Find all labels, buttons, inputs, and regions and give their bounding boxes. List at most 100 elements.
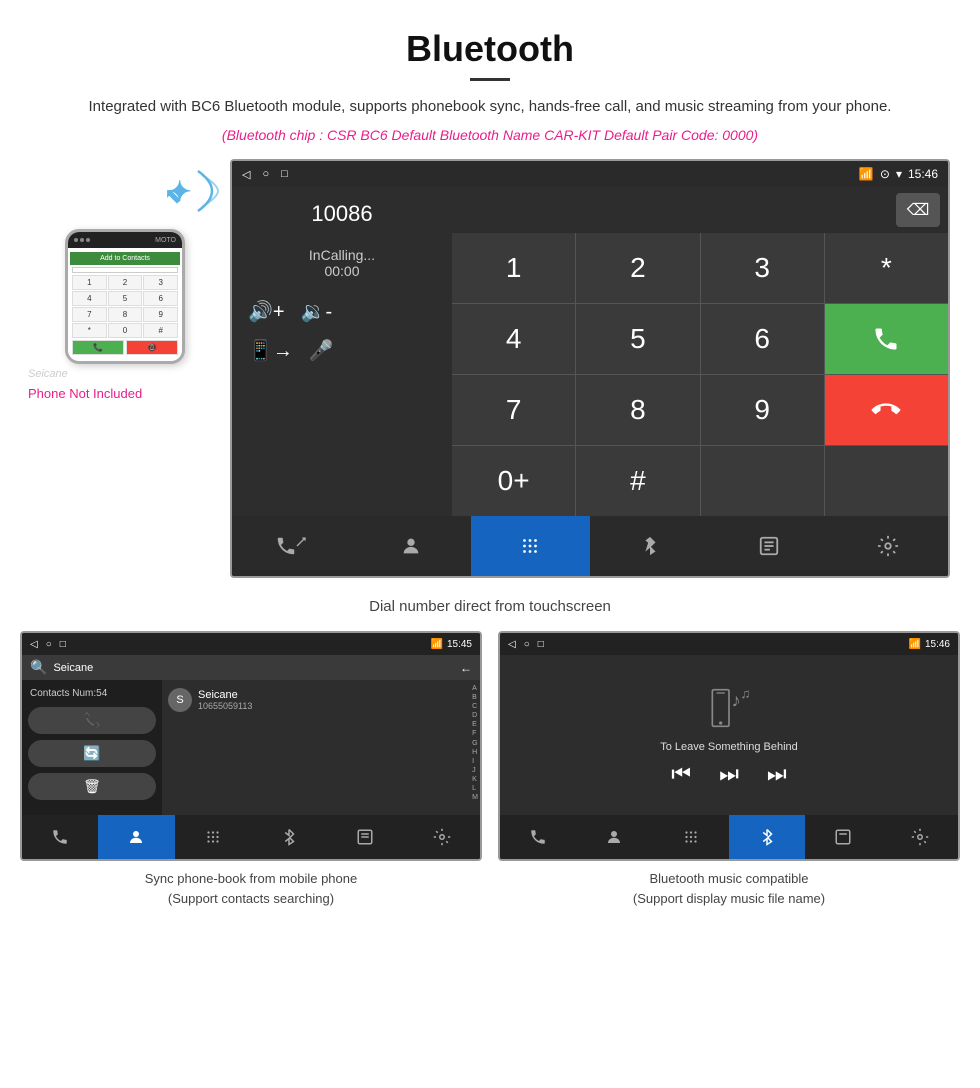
volume-up-icon[interactable]: 🔊+ [248, 299, 285, 324]
phone-mockup-area: ✦ ⬉ MOTO Add to Contacts [20, 159, 230, 578]
contacts-nav-contacts[interactable] [98, 815, 174, 859]
key-3[interactable]: 3 [143, 275, 178, 290]
header-description: Integrated with BC6 Bluetooth module, su… [60, 95, 920, 119]
nav-dialpad[interactable] [471, 516, 590, 576]
contacts-nav-history[interactable] [327, 815, 403, 859]
header-section: Bluetooth Integrated with BC6 Bluetooth … [0, 0, 980, 159]
keypad-star[interactable]: * [825, 233, 948, 303]
key-hash[interactable]: # [143, 323, 178, 338]
home-nav-icon: ○ [262, 168, 269, 180]
music-caption-line1: Bluetooth music compatible [633, 869, 825, 889]
call-button-keypad[interactable] [825, 304, 948, 374]
header-divider [470, 78, 510, 81]
music-controls: ⏮ ⏭ ⏭ [671, 761, 786, 787]
nav-settings[interactable] [829, 516, 948, 576]
nav-bluetooth[interactable] [590, 516, 709, 576]
android-statusbar: ◁ ○ □ 📶 ⊙ ▾ 15:46 [232, 161, 948, 187]
key-6[interactable]: 6 [143, 291, 178, 306]
svg-text:♪: ♪ [732, 689, 741, 710]
device-controls: 📱→ 🎤 [248, 338, 436, 363]
bluetooth-waves-icon: ✦ ⬉ [160, 159, 220, 224]
contacts-nav-bluetooth[interactable] [251, 815, 327, 859]
contacts-nav-settings[interactable] [404, 815, 480, 859]
key-8[interactable]: 8 [108, 307, 143, 322]
sync-contact-btn[interactable]: 🔄 [28, 740, 156, 767]
keypad-hash[interactable]: # [576, 446, 699, 516]
delete-contact-btn[interactable]: 🗑 [28, 773, 156, 800]
key-2[interactable]: 2 [108, 275, 143, 290]
phone-statusbar: MOTO [68, 232, 182, 248]
backspace-button[interactable]: ⌫ [896, 193, 940, 227]
key-0[interactable]: 0 [108, 323, 143, 338]
keypad-empty2 [825, 446, 948, 516]
keypad-8[interactable]: 8 [576, 375, 699, 445]
music-nav-phone[interactable] [500, 815, 576, 859]
statusbar-right: 📶 ⊙ ▾ 15:46 [859, 167, 938, 181]
nav-history[interactable] [709, 516, 828, 576]
end-button[interactable]: 📵 [126, 340, 178, 355]
dialer-incalling: InCalling... [248, 247, 436, 263]
music-song-title: To Leave Something Behind [660, 741, 798, 753]
contacts-navbar [22, 815, 480, 859]
contacts-nav-phone[interactable] [22, 815, 98, 859]
contacts-back-icon: ◁ [30, 639, 38, 650]
contact-item[interactable]: S Seicane 10655059113 [168, 684, 474, 716]
dialer-status-area: InCalling... 00:00 [248, 247, 436, 279]
contact-phone: 10655059113 [198, 701, 252, 711]
dialer-left-panel: 10086 InCalling... 00:00 🔊+ 🔉- 📱→ 🎤 [232, 187, 452, 516]
phone-topbar: Add to Contacts [70, 252, 180, 265]
contacts-statusbar: ◁ ○ □ 📶 15:45 [22, 633, 480, 655]
contacts-count: Contacts Num:54 [28, 686, 156, 701]
contacts-nav-dialpad[interactable] [175, 815, 251, 859]
svg-text:♫: ♫ [741, 686, 751, 701]
key-5[interactable]: 5 [108, 291, 143, 306]
speaker-icon[interactable]: 📱→ [248, 338, 293, 363]
volume-down-icon[interactable]: 🔉- [301, 299, 333, 324]
music-nav-contacts[interactable] [576, 815, 652, 859]
music-nav-history[interactable] [805, 815, 881, 859]
music-nav-dialpad[interactable] [653, 815, 729, 859]
mute-icon[interactable]: 🎤 [309, 338, 334, 363]
main-caption: Dial number direct from touchscreen [0, 588, 980, 631]
call-contact-btn[interactable]: 📞 [28, 707, 156, 734]
dialer-number: 10086 [248, 201, 436, 227]
statusbar-left: ◁ ○ □ [242, 168, 288, 181]
keypad-9[interactable]: 9 [701, 375, 824, 445]
nav-phone[interactable] [232, 516, 351, 576]
contacts-left-panel: Contacts Num:54 📞 🔄 🗑 [22, 680, 162, 815]
call-button[interactable]: 📞 [72, 340, 124, 355]
nav-contacts[interactable] [351, 516, 470, 576]
header-specs: (Bluetooth chip : CSR BC6 Default Blueto… [60, 127, 920, 143]
key-4[interactable]: 4 [72, 291, 107, 306]
seicane-watermark: Seicane [20, 368, 68, 380]
keypad-5[interactable]: 5 [576, 304, 699, 374]
next-track-icon[interactable]: ⏭ [767, 761, 787, 787]
keypad-0plus[interactable]: 0+ [452, 446, 575, 516]
keypad-2[interactable]: 2 [576, 233, 699, 303]
prev-track-icon[interactable]: ⏮ [671, 761, 691, 787]
keypad-1[interactable]: 1 [452, 233, 575, 303]
key-7[interactable]: 7 [72, 307, 107, 322]
next-section-icon[interactable]: ⏭ [719, 761, 739, 787]
keypad-7[interactable]: 7 [452, 375, 575, 445]
contacts-search-bar: 🔍 Seicane ← [22, 655, 480, 680]
music-nav-bluetooth[interactable] [729, 815, 805, 859]
dialer-timer: 00:00 [248, 263, 436, 279]
dialer-controls: 🔊+ 🔉- 📱→ 🎤 [248, 299, 436, 363]
end-call-button[interactable] [825, 375, 948, 445]
contacts-right-panel: S Seicane 10655059113 ABCDE FGHIJ KLM [162, 680, 480, 815]
contacts-home-icon: ○ [46, 639, 52, 650]
music-caption: Bluetooth music compatible (Support disp… [629, 861, 829, 908]
keypad-6[interactable]: 6 [701, 304, 824, 374]
dialer-area: 10086 InCalling... 00:00 🔊+ 🔉- 📱→ 🎤 [232, 187, 948, 516]
key-1[interactable]: 1 [72, 275, 107, 290]
keypad-3[interactable]: 3 [701, 233, 824, 303]
key-star[interactable]: * [72, 323, 107, 338]
music-nav-settings[interactable] [882, 815, 958, 859]
music-recent-icon: □ [538, 639, 544, 650]
search-back-icon[interactable]: ← [460, 661, 472, 675]
keypad-4[interactable]: 4 [452, 304, 575, 374]
key-9[interactable]: 9 [143, 307, 178, 322]
phone-mockup: MOTO Add to Contacts 1 2 3 4 5 6 7 [65, 229, 185, 364]
keypad-grid: 1 2 3 * 4 5 6 7 8 9 [452, 233, 948, 516]
